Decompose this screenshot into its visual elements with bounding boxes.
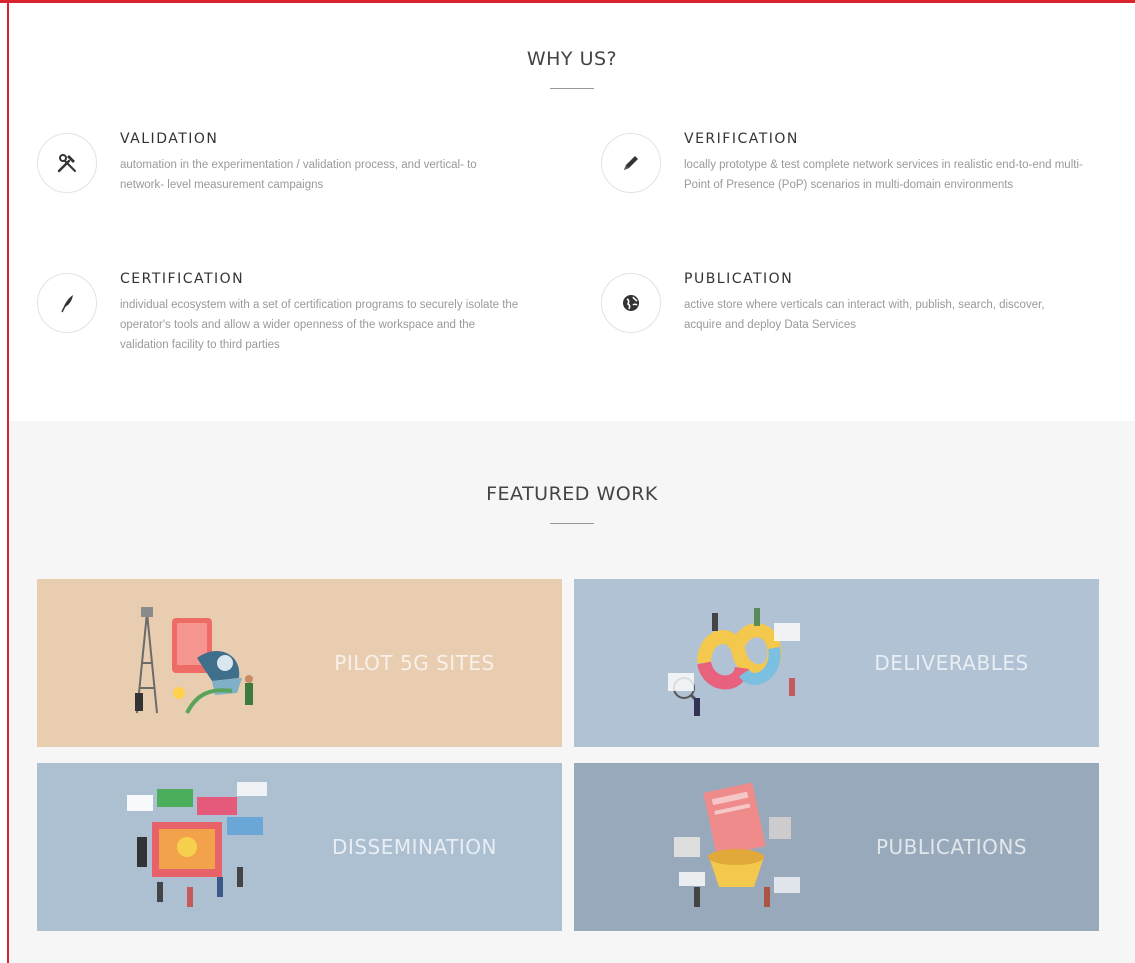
feature-description: locally prototype & test complete networ… (684, 159, 1083, 191)
globe-icon (601, 273, 661, 333)
feature-title: CERTIFICATION (120, 271, 245, 287)
tile-label: PILOT 5G SITES (334, 651, 495, 675)
tile-publications[interactable]: PUBLICATIONS (574, 763, 1099, 931)
feature-description: active store where verticals can interac… (684, 299, 1045, 331)
tile-deliverables[interactable]: DELIVERABLES (574, 579, 1099, 747)
feature-title: VERIFICATION (684, 131, 799, 147)
why-us-section: WHY US? VALIDATION automation in the exp… (9, 3, 1135, 421)
tile-label: DELIVERABLES (874, 651, 1029, 675)
featured-work-section: FEATURED WORK PILOT 5G SITES DELIVERABLE… (9, 421, 1135, 963)
tile-dissemination[interactable]: DISSEMINATION (37, 763, 562, 931)
pencil-icon (601, 133, 661, 193)
why-us-divider (550, 88, 594, 89)
feature-title: VALIDATION (120, 131, 219, 147)
tile-label: PUBLICATIONS (875, 835, 1028, 859)
publications-illustration (674, 782, 800, 907)
dissemination-illustration (127, 782, 267, 907)
feature-description: individual ecosystem with a set of certi… (120, 299, 519, 351)
tile-pilot-5g-sites[interactable]: PILOT 5G SITES (37, 579, 562, 747)
deliverables-illustration (668, 608, 800, 716)
feature-description: automation in the experimentation / vali… (120, 159, 477, 191)
quill-icon (37, 273, 97, 333)
tile-label: DISSEMINATION (332, 835, 497, 859)
featured-work-divider (550, 523, 594, 524)
feature-title: PUBLICATION (684, 271, 794, 287)
why-us-title: WHY US? (526, 48, 618, 70)
featured-work-title: FEATURED WORK (486, 483, 658, 505)
pilot-5g-illustration (135, 607, 253, 714)
tools-icon (37, 133, 97, 193)
